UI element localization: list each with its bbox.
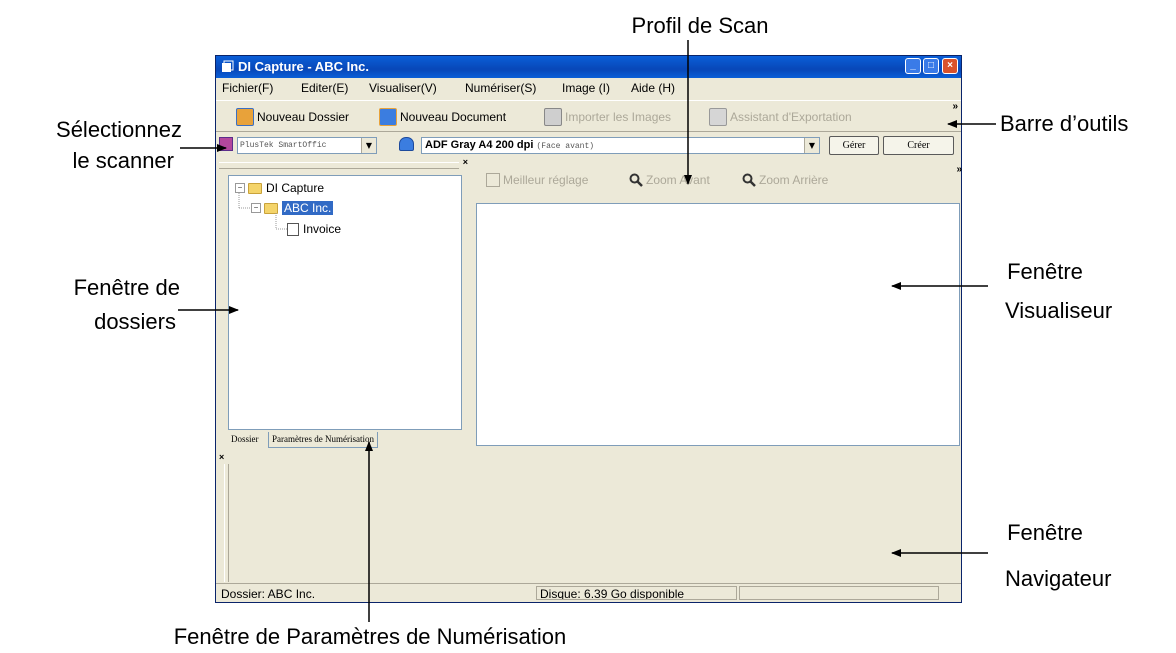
scanner-icon bbox=[219, 137, 233, 151]
status-disk: Disque: 6.39 Go disponible bbox=[536, 586, 737, 600]
profile-icon bbox=[399, 137, 414, 151]
scan-toolbar: PlusTek SmartOffic ▼ ADF Gray A4 200 dpi… bbox=[216, 132, 961, 158]
new-folder-label: Nouveau Dossier bbox=[257, 110, 350, 124]
best-fit-label: Meilleur réglage bbox=[503, 173, 589, 187]
menu-bar: Fichier(F) Editer(E) Visualiser(V) Numér… bbox=[216, 78, 961, 98]
menu-numeriser[interactable]: Numériser(S) bbox=[465, 81, 536, 95]
viewer-pane[interactable] bbox=[476, 203, 960, 446]
maximize-icon[interactable]: □ bbox=[923, 58, 939, 74]
zoom-out-icon bbox=[742, 173, 756, 187]
import-images-button[interactable]: Importer les Images bbox=[544, 108, 671, 126]
close-icon[interactable]: × bbox=[942, 58, 958, 74]
navigator-close-icon[interactable]: × bbox=[219, 452, 224, 462]
folder-pane: × − DI Capture − ABC Inc. Invoice Dossie… bbox=[219, 157, 474, 452]
folder-pane-grip[interactable] bbox=[219, 162, 459, 169]
title-bar[interactable]: DI Capture - ABC Inc. _ □ × bbox=[216, 56, 961, 78]
profile-sub-value: (Face avant) bbox=[536, 142, 595, 151]
scanner-callout-line1: Sélectionnez bbox=[56, 117, 182, 142]
status-bar: Dossier: ABC Inc. Disque: 6.39 Go dispon… bbox=[216, 583, 961, 602]
minimize-icon[interactable]: _ bbox=[905, 58, 921, 74]
profile-callout: Profil de Scan bbox=[631, 13, 769, 38]
folder-tree: − DI Capture − ABC Inc. Invoice bbox=[228, 175, 462, 430]
new-folder-icon bbox=[236, 108, 254, 126]
folder-pane-close-icon[interactable]: × bbox=[463, 157, 468, 167]
manage-button[interactable]: Gérer bbox=[829, 136, 879, 155]
status-empty bbox=[739, 586, 939, 600]
status-folder: Dossier: ABC Inc. bbox=[221, 587, 316, 600]
profile-value: ADF Gray A4 200 dpi bbox=[425, 139, 534, 151]
zoom-in-label: Zoom Avant bbox=[646, 173, 710, 187]
new-document-label: Nouveau Document bbox=[400, 110, 507, 124]
create-button[interactable]: Créer bbox=[883, 136, 954, 155]
menu-visualiser[interactable]: Visualiser(V) bbox=[369, 81, 437, 95]
toolbar-callout: Barre d’outils bbox=[1000, 111, 1129, 136]
menu-editer[interactable]: Editer(E) bbox=[301, 81, 348, 95]
zoom-out-button[interactable]: Zoom Arrière bbox=[742, 173, 828, 187]
folder-callout-line2: dossiers bbox=[94, 309, 176, 334]
new-document-icon bbox=[379, 108, 397, 126]
scanner-select[interactable]: PlusTek SmartOffic ▼ bbox=[237, 137, 377, 154]
zoom-out-label: Zoom Arrière bbox=[759, 173, 829, 187]
main-toolbar: Nouveau Dossier Nouveau Document Importe… bbox=[216, 100, 961, 132]
tab-scan-params[interactable]: Paramètres de Numérisation bbox=[268, 432, 378, 448]
export-assistant-button[interactable]: Assistant d'Exportation bbox=[709, 108, 852, 126]
import-images-label: Importer les Images bbox=[565, 110, 672, 124]
menu-fichier[interactable]: Fichier(F) bbox=[222, 81, 273, 95]
viewer-callout-line2: Visualiseur bbox=[1005, 298, 1113, 323]
navigator-callout-line2: Navigateur bbox=[1005, 566, 1112, 591]
viewer-toolbar-overflow-icon[interactable]: » bbox=[956, 164, 962, 175]
folder-callout-line1: Fenêtre de bbox=[73, 275, 180, 300]
tab-folder[interactable]: Dossier bbox=[228, 432, 262, 447]
profile-dropdown-icon[interactable]: ▼ bbox=[804, 138, 819, 153]
export-assistant-label: Assistant d'Exportation bbox=[730, 110, 852, 124]
menu-aide[interactable]: Aide (H) bbox=[631, 81, 675, 95]
window-title: DI Capture - ABC Inc. bbox=[238, 59, 369, 74]
best-fit-icon bbox=[486, 173, 500, 187]
scanner-dropdown-icon[interactable]: ▼ bbox=[361, 138, 376, 153]
toolbar-overflow-icon[interactable]: » bbox=[952, 101, 958, 112]
app-icon bbox=[222, 60, 234, 72]
viewer-callout-line1: Fenêtre bbox=[1007, 259, 1083, 284]
menu-image[interactable]: Image (I) bbox=[562, 81, 610, 95]
tree-lines bbox=[238, 193, 287, 230]
viewer-toolbar: Meilleur réglage Zoom Avant Zoom Arrière… bbox=[478, 164, 962, 192]
import-images-icon bbox=[544, 108, 562, 126]
navigator-callout-line1: Fenêtre bbox=[1007, 520, 1083, 545]
export-assistant-icon bbox=[709, 108, 727, 126]
new-folder-button[interactable]: Nouveau Dossier bbox=[236, 108, 349, 126]
scan-params-callout: Fenêtre de Paramètres de Numérisation bbox=[173, 624, 567, 649]
navigator-grip[interactable] bbox=[224, 464, 229, 582]
scanner-callout-line2: le scanner bbox=[72, 148, 174, 173]
scanner-value: PlusTek SmartOffic bbox=[240, 141, 327, 150]
scan-profile-select[interactable]: ADF Gray A4 200 dpi (Face avant) ▼ bbox=[421, 137, 820, 154]
zoom-in-icon bbox=[629, 173, 643, 187]
zoom-in-button[interactable]: Zoom Avant bbox=[629, 173, 710, 187]
best-fit-button[interactable]: Meilleur réglage bbox=[486, 173, 588, 187]
new-document-button[interactable]: Nouveau Document bbox=[379, 108, 506, 126]
application-window: DI Capture - ABC Inc. _ □ × Fichier(F) E… bbox=[215, 55, 962, 603]
